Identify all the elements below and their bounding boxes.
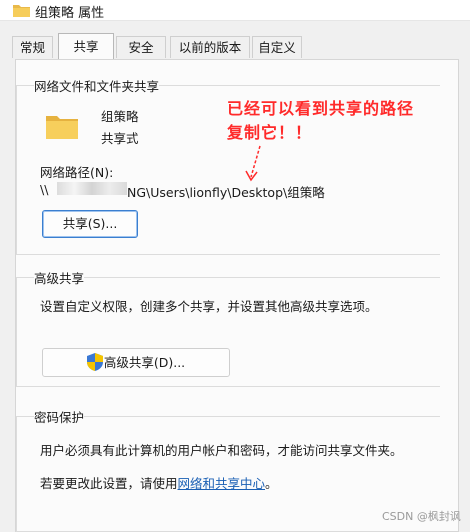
annotation-arrow-icon — [245, 145, 261, 182]
advanced-share-heading: 高级共享 — [34, 268, 85, 287]
folder-name: 组策略 — [101, 109, 139, 124]
tab-security[interactable]: 安全 — [116, 36, 166, 58]
network-path-prefix: \\ — [40, 182, 49, 197]
password-protection-heading: 密码保护 — [34, 407, 85, 426]
network-path-label: 网络路径(N): — [40, 165, 114, 180]
watermark: CSDN @枫封讽 — [382, 510, 461, 523]
tab-general[interactable]: 常规 — [12, 36, 53, 58]
share-button[interactable]: 共享(S)... — [42, 210, 138, 238]
uac-shield-icon — [86, 353, 103, 371]
network-share-heading: 网络文件和文件夹共享 — [34, 76, 160, 95]
advanced-share-description: 设置自定义权限，创建多个共享，并设置其他高级共享选项。 — [40, 299, 378, 314]
title-bar: 组策略 属性 — [0, 0, 470, 21]
tab-sharing[interactable]: 共享 — [58, 33, 114, 59]
tab-customize[interactable]: 自定义 — [252, 36, 302, 58]
advanced-share-button[interactable]: 高级共享(D)... — [42, 348, 230, 377]
password-change-text: 若要更改此设置，请使用网络和共享中心。 — [40, 476, 278, 491]
network-sharing-center-link[interactable]: 网络和共享中心 — [178, 476, 266, 491]
folder-icon — [46, 113, 78, 142]
window-title: 组策略 属性 — [35, 6, 105, 21]
network-path: NG\Users\lionfly\Desktop\组策略 — [127, 185, 325, 200]
annotation-text: 已经可以看到共享的路径 复制它！！ — [227, 99, 415, 142]
share-state: 共享式 — [101, 131, 139, 146]
redacted-hostname — [57, 182, 127, 195]
folder-icon — [13, 3, 30, 20]
tab-previous-versions[interactable]: 以前的版本 — [170, 36, 250, 58]
password-description: 用户必须具有此计算机的用户帐户和密码，才能访问共享文件夹。 — [40, 443, 403, 458]
